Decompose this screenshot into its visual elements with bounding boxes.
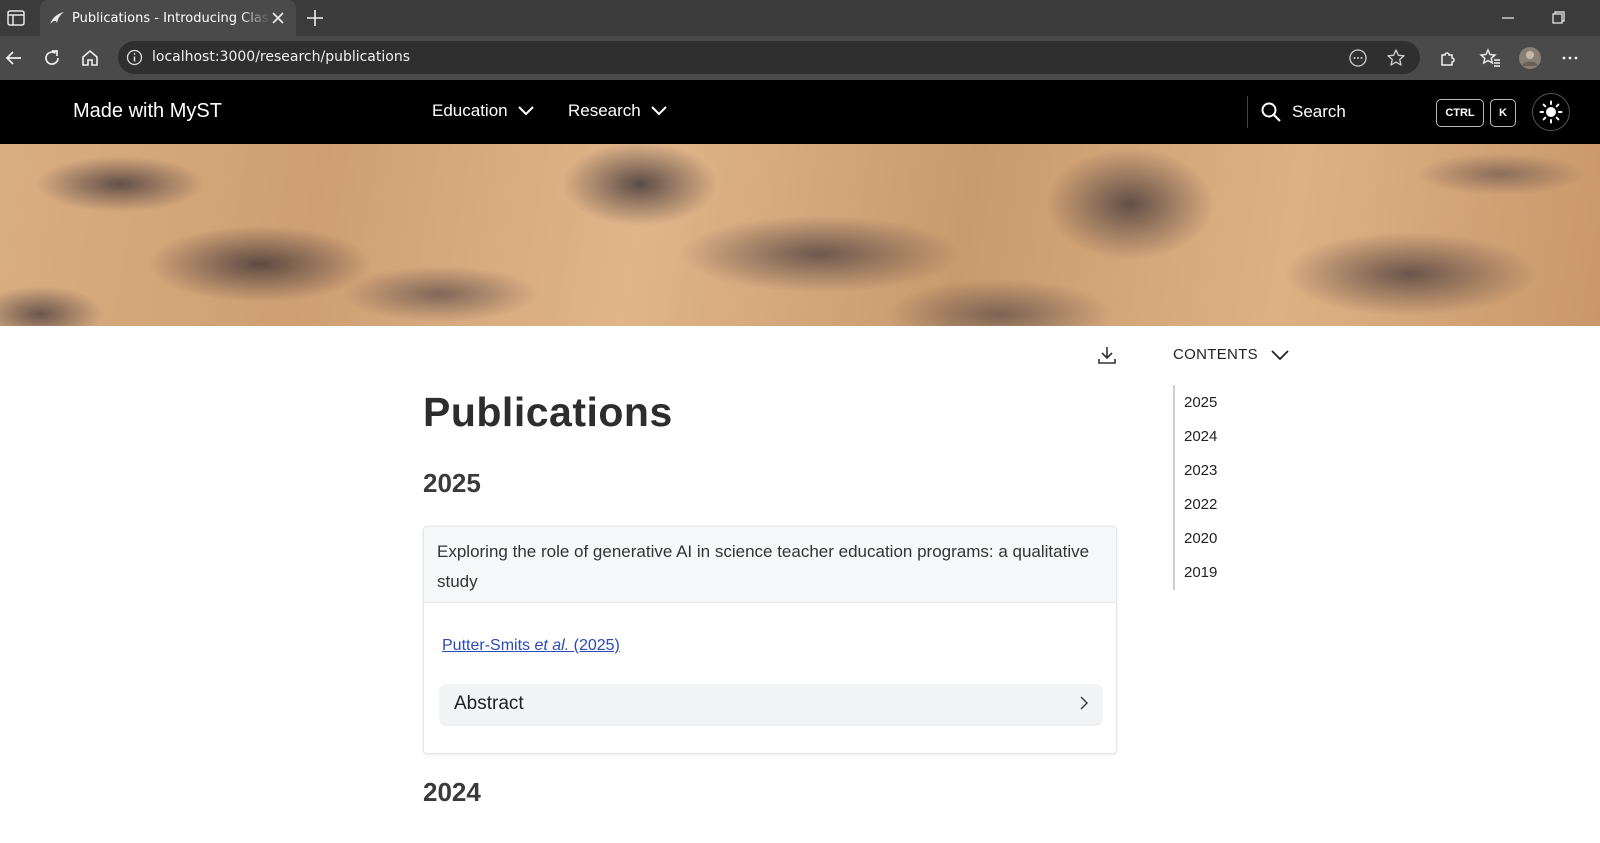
section-heading-2024: 2024 [423, 777, 481, 807]
shortcut-ctrl-key: CTRL [1436, 99, 1484, 127]
search-button[interactable]: Search CTRL K [1256, 92, 1520, 132]
site-brand[interactable]: Made with MyST [73, 100, 222, 123]
browser-tab-active[interactable]: Publications - Introducing Classic [40, 0, 296, 36]
site-info-icon[interactable] [126, 49, 143, 66]
tab-title: Publications - Introducing Classic [72, 10, 270, 26]
extensions-puzzle-icon[interactable] [1436, 46, 1460, 70]
sun-icon [1539, 100, 1563, 124]
chevron-down-icon [651, 106, 667, 116]
chevron-down-icon [1271, 349, 1289, 360]
toc-item-2023[interactable]: 2023 [1184, 462, 1217, 479]
site-header: Made with MyST Education Research Search… [0, 80, 1600, 144]
publication-card-header: Exploring the role of generative AI in s… [424, 527, 1116, 603]
header-divider [1247, 96, 1248, 128]
download-icon[interactable] [1096, 344, 1118, 366]
home-icon[interactable] [78, 46, 102, 70]
profile-avatar[interactable] [1518, 46, 1542, 70]
browser-tabstrip: Publications - Introducing Classic [0, 0, 1600, 36]
nav-education-label: Education [432, 101, 508, 120]
abstract-toggle[interactable]: Abstract [440, 684, 1102, 724]
citation-etal: et al. [534, 637, 570, 654]
nav-education[interactable]: Education [432, 101, 534, 121]
toc-item-2022[interactable]: 2022 [1184, 496, 1217, 513]
favorites-collection-icon[interactable] [1478, 46, 1502, 70]
window-restore-icon[interactable] [1548, 10, 1568, 26]
section-heading-2025: 2025 [423, 468, 481, 498]
publication-title: Exploring the role of generative AI in s… [437, 542, 1090, 591]
publication-card: Exploring the role of generative AI in s… [423, 526, 1117, 754]
toc-toggle[interactable]: CONTENTS [1173, 346, 1290, 363]
reading-mode-icon[interactable] [1348, 48, 1368, 68]
nav-research[interactable]: Research [568, 101, 667, 121]
address-bar[interactable]: localhost:3000/research/publications [118, 41, 1420, 74]
chevron-down-icon [517, 106, 534, 116]
favorite-star-icon[interactable] [1386, 48, 1406, 68]
browser-toolbar: localhost:3000/research/publications [0, 36, 1600, 80]
new-tab-plus-icon[interactable] [304, 7, 326, 29]
toc-list: 2025 2024 2023 2022 2020 2019 [1173, 385, 1293, 590]
window-minimize-icon[interactable] [1498, 10, 1518, 26]
chevron-right-icon [1076, 694, 1092, 712]
search-icon [1260, 101, 1282, 123]
url-text[interactable]: localhost:3000/research/publications [152, 49, 410, 65]
abstract-label: Abstract [454, 693, 524, 714]
more-menu-icon[interactable] [1558, 46, 1582, 70]
toc-header-label: CONTENTS [1173, 346, 1258, 363]
citation-year: (2025) [573, 637, 620, 654]
shortcut-k-key: K [1490, 99, 1516, 127]
tab-actions-icon[interactable] [4, 7, 28, 29]
page-title: Publications [423, 389, 673, 435]
toc-item-2024[interactable]: 2024 [1184, 428, 1217, 445]
tab-close-icon[interactable] [270, 10, 286, 26]
back-arrow-icon[interactable] [2, 46, 26, 70]
theme-toggle-button[interactable] [1532, 93, 1570, 131]
banner-desert-image [0, 144, 1600, 326]
nav-research-label: Research [568, 101, 641, 120]
myst-favicon-icon [48, 9, 66, 27]
reload-icon[interactable] [40, 46, 64, 70]
toc-item-2019[interactable]: 2019 [1184, 564, 1217, 581]
citation-author: Putter-Smits [442, 637, 531, 654]
toc-item-2020[interactable]: 2020 [1184, 530, 1217, 547]
toc-item-2025[interactable]: 2025 [1184, 394, 1217, 411]
publication-citation-link[interactable]: Putter-Smits et al. (2025) [442, 637, 620, 655]
search-label: Search [1292, 102, 1346, 121]
